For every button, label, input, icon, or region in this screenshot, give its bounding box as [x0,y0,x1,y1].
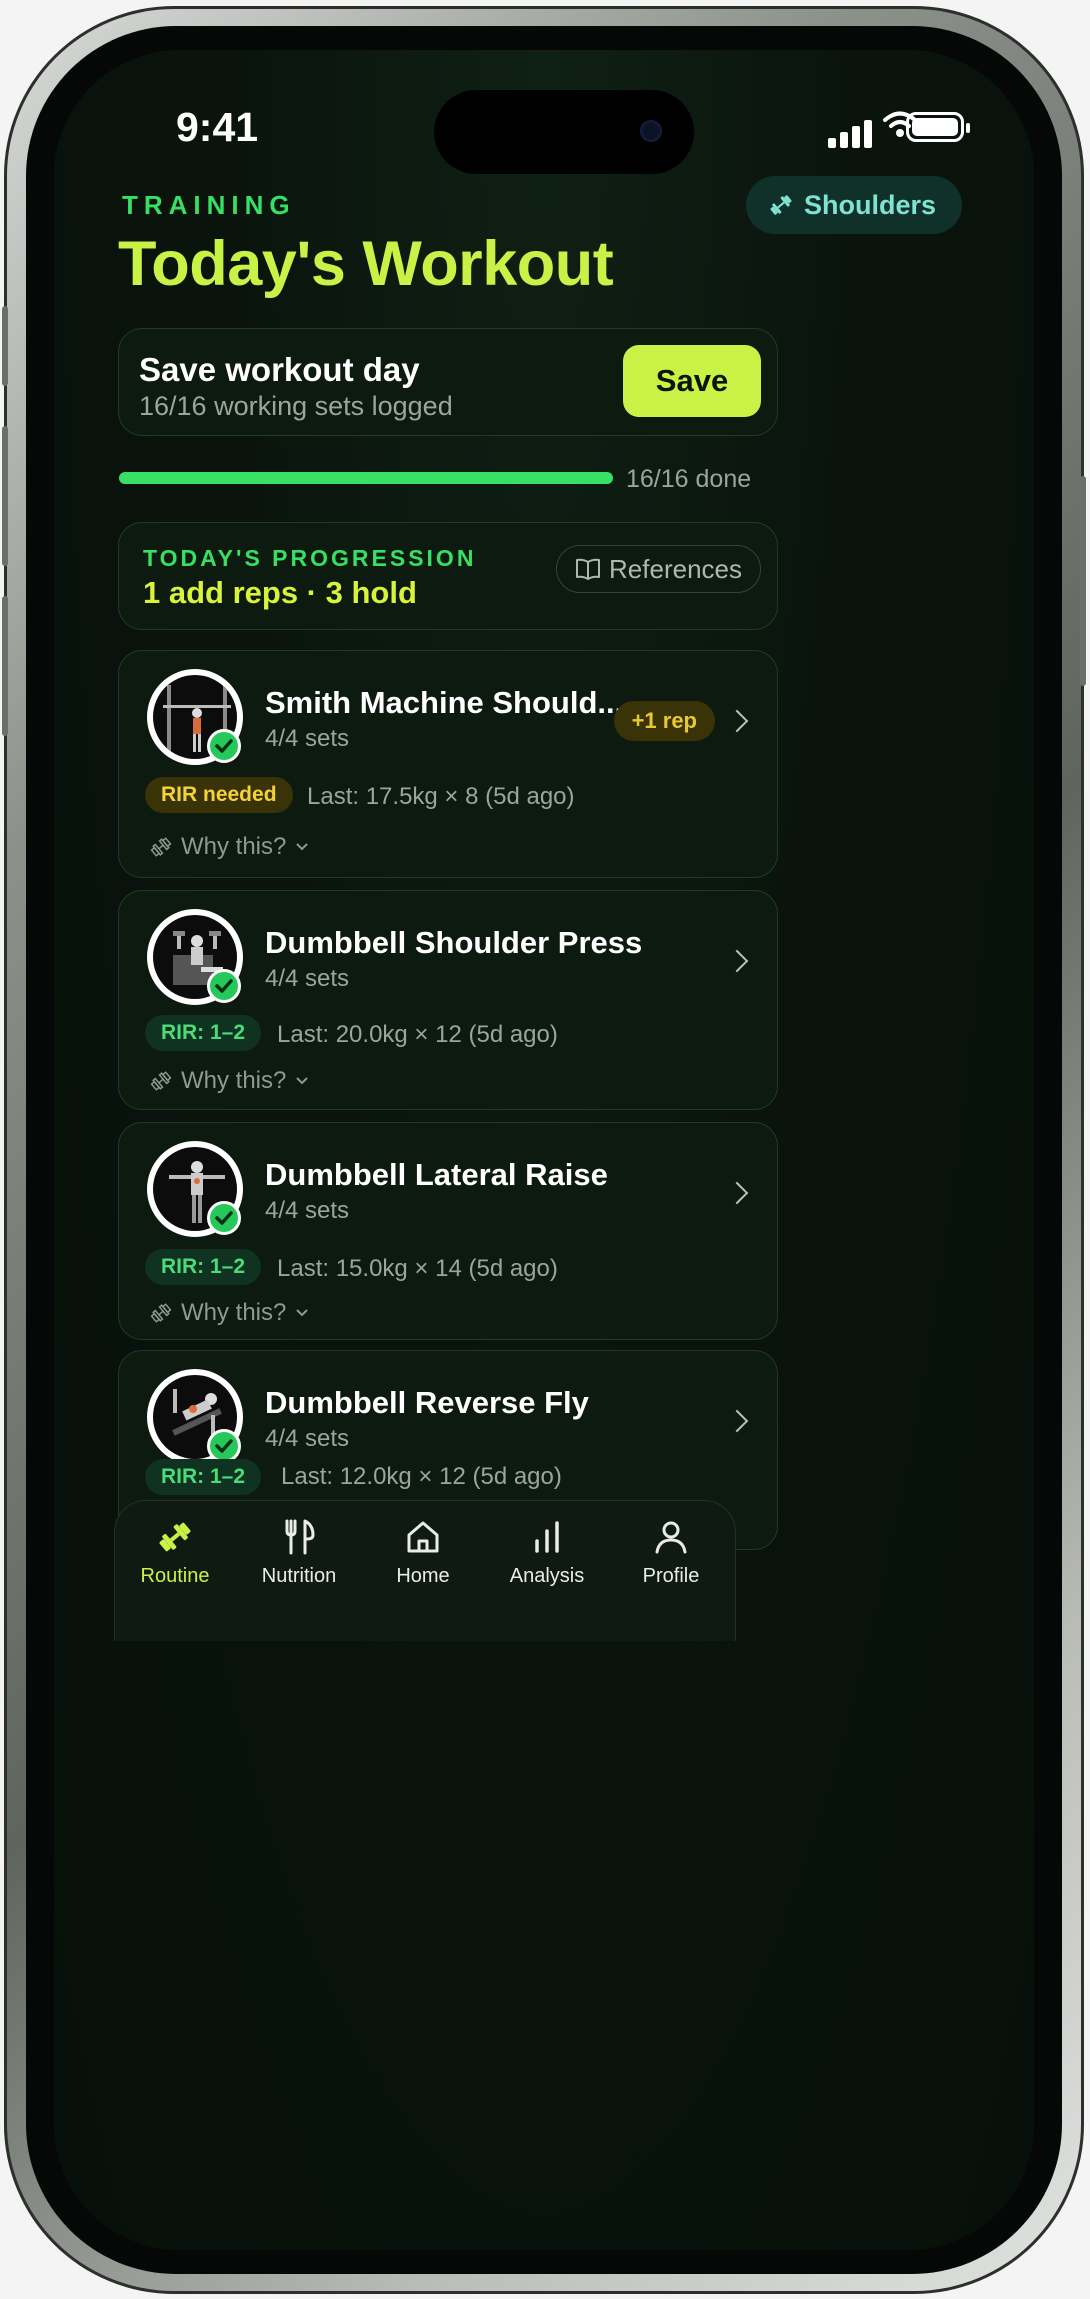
completed-check-icon [207,729,241,763]
phone-frame: 9:41 TRAINING Shoulders Today's Workout … [2,6,1086,2294]
progression-overline: TODAY'S PROGRESSION [143,545,477,571]
muscle-group-label: Shoulders [803,189,936,220]
exercise-name: Dumbbell Shoulder Press [265,925,643,960]
bar-chart-icon [535,1521,559,1553]
chevron-right-icon [725,709,749,733]
muscle-group-chip[interactable]: Shoulders [745,176,962,234]
save-card-subtitle: 16/16 working sets logged [139,391,453,421]
person-icon [655,1521,687,1554]
fork-knife-icon [285,1519,315,1555]
rir-badge: RIR: 1–2 [145,1015,262,1051]
status-time: 9:41 [176,104,259,150]
tab-label: Profile [642,1565,700,1587]
exercise-name: Dumbbell Reverse Fly [265,1385,589,1420]
dumbbell-icon [150,837,172,857]
dumbbell-icon [150,1071,172,1091]
book-icon [576,558,601,580]
save-card-title: Save workout day [139,351,420,388]
last-performance: Last: 12.0kg × 12 (5d ago) [281,1463,562,1490]
status-icons [764,110,970,154]
tab-label: Home [396,1565,450,1587]
why-this-label: Why this? [181,833,287,860]
chevron-down-icon [296,843,309,851]
progression-tag: +1 rep [613,701,715,741]
rir-badge: RIR: 1–2 [145,1459,262,1495]
exercise-card[interactable]: Dumbbell Lateral Raise 4/4 sets RIR: 1–2… [118,1122,778,1340]
rir-badge: RIR: 1–2 [145,1249,262,1285]
save-workout-card: Save workout day 16/16 working sets logg… [118,328,778,436]
chevron-right-icon [725,1181,749,1205]
power-button [1080,476,1086,686]
chevron-right-icon [725,1409,749,1433]
page-title: Today's Workout [118,229,614,299]
workout-progress-bar [119,472,613,484]
volume-down-button [2,596,8,736]
tab-routine[interactable]: Routine [115,1517,235,1588]
tab-analysis[interactable]: Analysis [487,1517,607,1588]
last-performance: Last: 17.5kg × 8 (5d ago) [307,783,575,810]
exercise-card[interactable]: Dumbbell Shoulder Press 4/4 sets RIR: 1–… [118,890,778,1110]
chevron-down-icon [296,1309,309,1317]
routine-icon [159,1522,191,1552]
why-this-label: Why this? [181,1067,287,1094]
completed-check-icon [207,1201,241,1235]
bottom-tab-bar: Routine Nutrition Home Analysis Profile [114,1500,736,1641]
exercise-sets: 4/4 sets [265,1425,350,1452]
why-this-toggle[interactable]: Why this? [149,1067,310,1095]
workout-progress-fill [119,472,613,484]
exercise-name: Dumbbell Lateral Raise [265,1157,608,1192]
last-performance: Last: 15.0kg × 14 (5d ago) [277,1255,558,1282]
tab-label: Routine [140,1565,210,1587]
save-button[interactable]: Save [623,345,761,417]
dumbbell-icon [150,1303,172,1323]
tab-profile[interactable]: Profile [611,1517,731,1588]
chevron-down-icon [296,1077,309,1085]
status-bar: 9:41 [54,50,1034,174]
exercise-sets: 4/4 sets [265,1197,350,1224]
references-button[interactable]: References [556,545,761,593]
dumbbell-icon [770,195,792,215]
exercise-sets: 4/4 sets [265,965,350,992]
progression-card: TODAY'S PROGRESSION 1 add reps · 3 hold … [118,522,778,630]
mute-switch [2,306,8,386]
phone-bezel: 9:41 TRAINING Shoulders Today's Workout … [26,26,1062,2274]
exercise-card[interactable]: Smith Machine Should... 4/4 sets +1 rep … [118,650,778,878]
app-screen: 9:41 TRAINING Shoulders Today's Workout … [54,50,1034,2250]
rir-badge: RIR needed [145,777,293,813]
tab-label: Nutrition [261,1565,337,1587]
completed-check-icon [207,969,241,1003]
references-label: References [609,553,742,584]
progression-summary: 1 add reps · 3 hold [143,575,417,610]
completed-check-icon [207,1429,241,1463]
battery-icon [906,112,970,142]
workout-progress-label: 16/16 done [626,465,752,493]
why-this-toggle[interactable]: Why this? [149,1299,310,1327]
chevron-right-icon [725,949,749,973]
dynamic-island [434,90,694,174]
home-icon [407,1521,439,1553]
exercise-sets: 4/4 sets [265,725,350,752]
volume-up-button [2,426,8,566]
last-performance: Last: 20.0kg × 12 (5d ago) [277,1021,558,1048]
tab-nutrition[interactable]: Nutrition [239,1517,359,1588]
why-this-label: Why this? [181,1299,287,1326]
why-this-toggle[interactable]: Why this? [149,833,310,861]
tab-label: Analysis [509,1565,585,1587]
section-overline: TRAINING [122,190,296,220]
exercise-name: Smith Machine Should... [265,685,624,720]
tab-home[interactable]: Home [363,1517,483,1588]
